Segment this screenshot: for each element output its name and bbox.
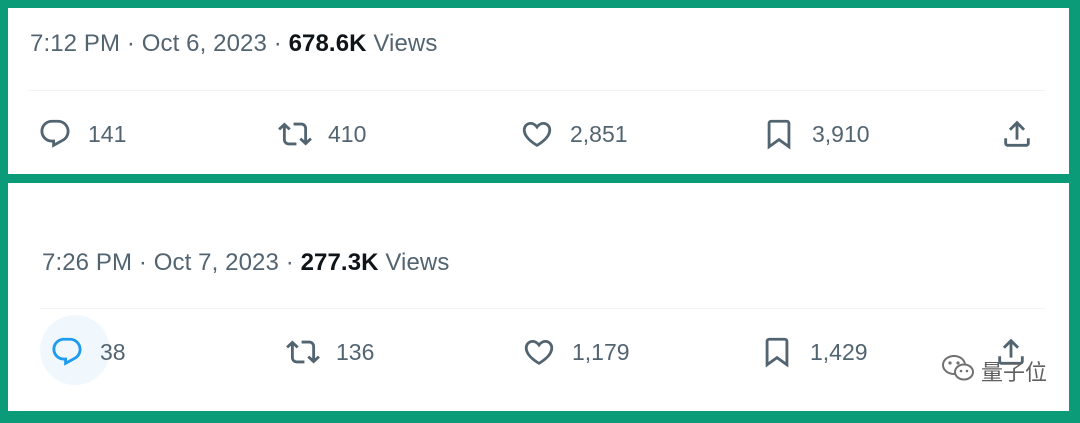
- action-bar: 38 136 1,179 1,429: [8, 332, 1069, 372]
- retweet-count: 410: [328, 120, 367, 147]
- tweet-stats-panel-2: 7:26 PM · Oct 7, 2023 · 277.3K Views 38 …: [8, 183, 1069, 411]
- tweet-date[interactable]: Oct 6, 2023: [142, 30, 267, 57]
- watermark-text: 量子位: [980, 361, 1047, 386]
- tweet-meta: 7:26 PM · Oct 7, 2023 · 277.3K Views: [42, 249, 449, 277]
- retweet-button[interactable]: 410: [278, 114, 366, 154]
- bookmark-icon: [762, 117, 796, 151]
- reply-icon: [50, 335, 84, 369]
- bookmark-count: 3,910: [812, 120, 870, 147]
- like-count: 1,179: [572, 338, 630, 365]
- share-button[interactable]: [1000, 114, 1034, 154]
- tweet-meta: 7:12 PM · Oct 6, 2023 · 678.6K Views: [30, 30, 437, 58]
- retweet-button[interactable]: 136: [286, 332, 374, 372]
- meta-separator: ·: [273, 30, 282, 57]
- reply-button[interactable]: 141: [38, 114, 126, 154]
- reply-button[interactable]: 38: [50, 332, 126, 372]
- reply-icon: [38, 117, 72, 151]
- reply-count: 141: [88, 120, 127, 147]
- share-icon: [1000, 117, 1034, 151]
- views-count: 678.6K: [288, 30, 367, 57]
- wechat-logo-icon: [941, 353, 975, 389]
- bookmark-button[interactable]: 1,429: [760, 332, 868, 372]
- divider: [28, 90, 1045, 91]
- meta-separator: ·: [138, 249, 147, 276]
- meta-separator: ·: [285, 249, 294, 276]
- like-button[interactable]: 1,179: [522, 332, 630, 372]
- bookmark-count: 1,429: [810, 338, 868, 365]
- bookmark-button[interactable]: 3,910: [762, 114, 870, 154]
- views-label: Views: [373, 30, 438, 57]
- divider: [40, 308, 1045, 309]
- bookmark-icon: [760, 335, 794, 369]
- tweet-date[interactable]: Oct 7, 2023: [154, 249, 279, 276]
- heart-icon: [522, 335, 556, 369]
- action-bar: 141 410 2,851 3,910: [8, 114, 1069, 154]
- like-button[interactable]: 2,851: [520, 114, 628, 154]
- views-count: 277.3K: [300, 249, 379, 276]
- meta-separator: ·: [126, 30, 135, 57]
- retweet-icon: [286, 335, 320, 369]
- heart-icon: [520, 117, 554, 151]
- reply-count: 38: [100, 338, 126, 365]
- tweet-time[interactable]: 7:12 PM: [30, 30, 120, 57]
- watermark: 量子位: [941, 353, 1047, 389]
- tweet-stats-panel-1: 7:12 PM · Oct 6, 2023 · 678.6K Views 141…: [8, 8, 1069, 174]
- retweet-count: 136: [336, 338, 375, 365]
- like-count: 2,851: [570, 120, 628, 147]
- views-label: Views: [385, 249, 450, 276]
- tweet-time[interactable]: 7:26 PM: [42, 249, 132, 276]
- retweet-icon: [278, 117, 312, 151]
